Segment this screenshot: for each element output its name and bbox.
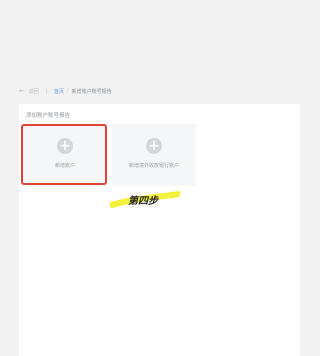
add-account-card[interactable]: + 新增账户: [23, 124, 107, 186]
breadcrumb-home-link[interactable]: 首页: [54, 88, 64, 95]
add-overseas-bank-account-card[interactable]: + 新增境外收款银行账户: [112, 124, 196, 186]
breadcrumb-current: 新增账户账号报告: [71, 88, 112, 95]
plus-circle-icon: +: [146, 138, 162, 154]
breadcrumb-divider: [45, 88, 47, 94]
back-label: 返回: [28, 88, 39, 95]
step-annotation: 第四步: [110, 190, 180, 210]
add-account-label: 新增账户: [54, 163, 75, 169]
page: ← 返回 首页 / 新增账户账号报告 添加账户账号报告 + 新增账户 + 新增境…: [0, 0, 300, 356]
add-overseas-bank-account-label: 新增境外收款银行账户: [128, 163, 179, 169]
breadcrumb-separator: /: [66, 88, 69, 94]
panel-title: 添加账户账号报告: [26, 113, 71, 119]
step-label: 第四步: [128, 196, 158, 207]
arrow-left-icon: ←: [19, 86, 25, 95]
plus-circle-icon: +: [57, 138, 73, 154]
breadcrumb: ← 返回 首页 / 新增账户账号报告: [0, 84, 300, 98]
back-link[interactable]: ← 返回: [19, 86, 39, 95]
